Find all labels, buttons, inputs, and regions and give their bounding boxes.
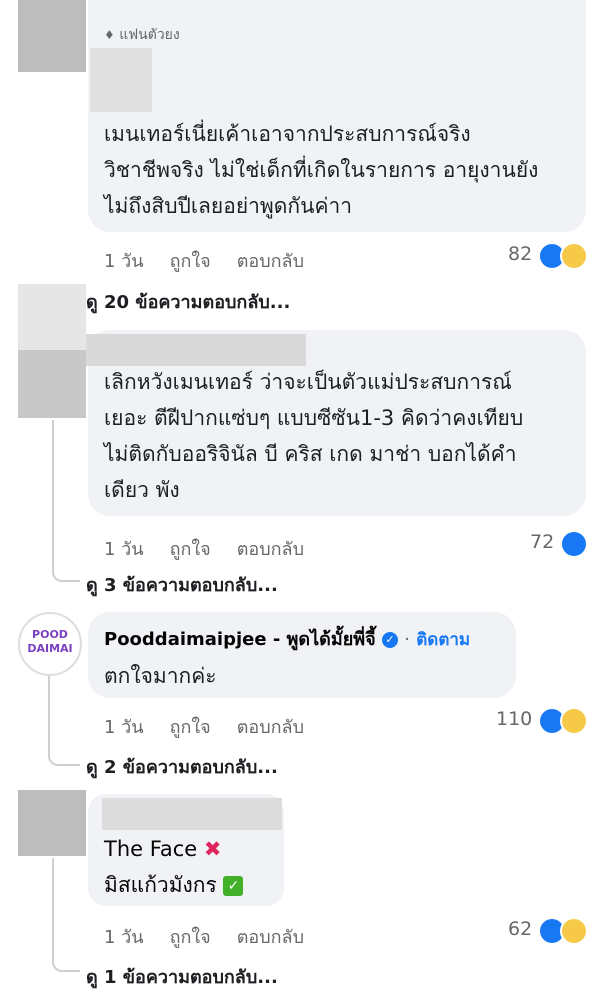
- avatar[interactable]: [18, 790, 86, 856]
- comment-line-1: The Face ✖: [104, 837, 222, 861]
- comment-actions: 1 วัน ถูกใจ ตอบกลับ: [104, 246, 330, 275]
- page-logo: POOD DAIMAI: [27, 628, 73, 655]
- like-reaction-icon: [560, 530, 588, 558]
- like-button[interactable]: ถูกใจ: [170, 251, 211, 272]
- thread-connector: [48, 676, 80, 766]
- reaction-count[interactable]: 82: [508, 243, 532, 265]
- green-check-icon: ✓: [223, 876, 244, 896]
- haha-reaction-icon: [560, 917, 588, 945]
- comment-actions: 1 วัน ถูกใจ ตอบกลับ: [104, 712, 330, 741]
- avatar[interactable]: [18, 0, 86, 72]
- haha-reaction-icon: [560, 242, 588, 270]
- timestamp[interactable]: 1 วัน: [104, 251, 144, 272]
- view-replies-link[interactable]: ดู 3 ข้อความตอบกลับ...: [86, 570, 278, 599]
- reaction-count[interactable]: 72: [530, 531, 554, 553]
- comment-actions: 1 วัน ถูกใจ ตอบกลับ: [104, 922, 330, 951]
- view-replies-link[interactable]: ดู 1 ข้อความตอบกลับ...: [86, 962, 278, 991]
- reaction-count[interactable]: 110: [496, 708, 532, 730]
- reply-button[interactable]: ตอบกลับ: [237, 251, 304, 272]
- haha-reaction-icon: [560, 707, 588, 735]
- comment-text: ตกใจมากค่ะ: [104, 664, 217, 688]
- comment-actions: 1 วัน ถูกใจ ตอบกลับ: [104, 534, 330, 563]
- author-name-blurred[interactable]: [86, 334, 306, 366]
- verified-icon: ✓: [381, 632, 398, 648]
- like-button[interactable]: ถูกใจ: [170, 717, 211, 738]
- reply-button[interactable]: ตอบกลับ: [237, 717, 304, 738]
- view-replies-link[interactable]: ดู 2 ข้อความตอบกลับ...: [86, 752, 278, 781]
- like-button[interactable]: ถูกใจ: [170, 539, 211, 560]
- comment-text: เมนเทอร์เนี่ยเค้าเอาจากประสบการณ์จริง วิ…: [104, 122, 539, 218]
- diamond-icon: ♦: [104, 28, 115, 42]
- thread-connector: [52, 858, 80, 972]
- timestamp[interactable]: 1 วัน: [104, 717, 144, 738]
- reply-button[interactable]: ตอบกลับ: [237, 927, 304, 948]
- author-line: Pooddaimaipjee - พูดได้มั้ยพี่จี้ ✓ · ติ…: [104, 624, 470, 653]
- author-name[interactable]: Pooddaimaipjee - พูดได้มั้ยพี่จี้: [104, 629, 376, 650]
- author-name-blurred[interactable]: [102, 798, 282, 830]
- timestamp[interactable]: 1 วัน: [104, 927, 144, 948]
- comment-text: เลิกหวังเมนเทอร์ ว่าจะเป็นตัวแม่ประสบการ…: [104, 370, 524, 502]
- follow-button[interactable]: ติดตาม: [416, 630, 470, 650]
- reaction-count[interactable]: 62: [508, 918, 532, 940]
- red-cross-icon: ✖: [203, 837, 222, 861]
- separator-dot: ·: [404, 629, 410, 650]
- page-avatar[interactable]: POOD DAIMAI: [18, 612, 82, 676]
- avatar-overlay: [18, 284, 86, 350]
- like-button[interactable]: ถูกใจ: [170, 927, 211, 948]
- timestamp[interactable]: 1 วัน: [104, 539, 144, 560]
- reply-button[interactable]: ตอบกลับ: [237, 539, 304, 560]
- comment-line-2: มิสแก้วมังกร ✓: [104, 870, 244, 900]
- view-replies-link[interactable]: ดู 20 ข้อความตอบกลับ...: [86, 287, 290, 316]
- author-name-blurred[interactable]: [90, 48, 152, 112]
- fan-badge: ♦ แฟนตัวยง: [104, 27, 180, 43]
- thread-connector: [52, 420, 80, 582]
